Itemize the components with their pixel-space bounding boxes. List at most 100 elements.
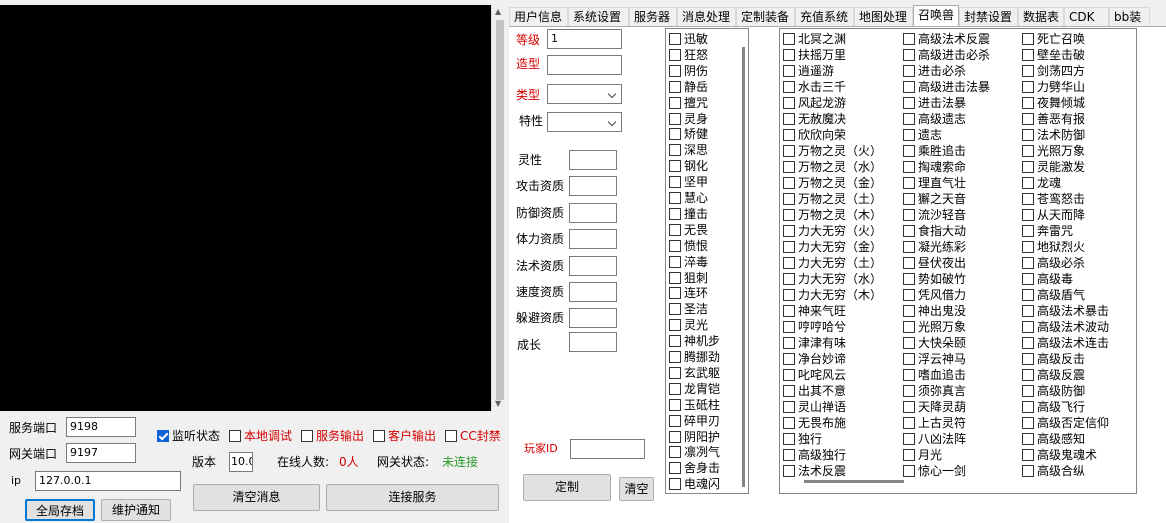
trait-checkbox-item[interactable]: 阴阳护: [669, 429, 720, 445]
skill-checkbox-item[interactable]: 万物之灵（金）: [783, 175, 882, 191]
skill-checkbox-item[interactable]: 力大无穷（土）: [783, 255, 882, 271]
scroll-down-icon[interactable]: ▼: [495, 399, 501, 409]
trait-checkbox-item[interactable]: 狂怒: [669, 47, 708, 63]
tab-7[interactable]: 召唤兽: [913, 5, 959, 27]
trait-checkbox-item[interactable]: 电魂闪: [669, 476, 720, 492]
skill-checkbox-item[interactable]: 理直气壮: [903, 175, 966, 191]
skill-checkbox-item[interactable]: 高级反击: [1022, 351, 1085, 367]
skill-checkbox-item[interactable]: 遗志: [903, 127, 942, 143]
skill-checkbox-item[interactable]: 无畏布施: [783, 415, 846, 431]
skill-checkbox-item[interactable]: 八凶法阵: [903, 431, 966, 447]
tab-2[interactable]: 服务器: [629, 7, 677, 27]
type-select[interactable]: [547, 84, 622, 104]
skill-checkbox-item[interactable]: 灵山禅语: [783, 399, 846, 415]
customize-button[interactable]: 定制: [523, 474, 611, 501]
skill-checkbox-item[interactable]: 月光: [903, 447, 942, 463]
skill-checkbox-item[interactable]: 出其不意: [783, 383, 846, 399]
skill-checkbox-item[interactable]: 进击必杀: [903, 63, 966, 79]
skill-checkbox-item[interactable]: 惊心一剑: [903, 463, 966, 479]
skill-checkbox-item[interactable]: 龙魂: [1022, 175, 1061, 191]
skill-checkbox-item[interactable]: 须弥真言: [903, 383, 966, 399]
skill-checkbox-item[interactable]: 奔雷咒: [1022, 223, 1073, 239]
model-input[interactable]: [547, 55, 622, 75]
maintenance-notice-button[interactable]: 维护通知: [101, 499, 171, 521]
defense-aptitude-input[interactable]: [569, 203, 617, 223]
tab-6[interactable]: 地图处理: [854, 7, 913, 27]
skill-checkbox-item[interactable]: 高级鬼魂术: [1022, 447, 1097, 463]
attack-aptitude-input[interactable]: [569, 176, 617, 196]
scroll-up-icon[interactable]: ▲: [495, 7, 501, 17]
skill-checkbox-item[interactable]: 高级法术连击: [1022, 335, 1109, 351]
skill-checkbox-item[interactable]: 神来气旺: [783, 303, 846, 319]
skill-checkbox-item[interactable]: 凝光练彩: [903, 239, 966, 255]
trait-checkbox-item[interactable]: 舍身击: [669, 460, 720, 476]
scrollbar-thumb[interactable]: [496, 20, 504, 400]
skill-checkbox-item[interactable]: 风起龙游: [783, 95, 846, 111]
skill-checkbox-item[interactable]: 独行: [783, 431, 822, 447]
trait-checkbox-item[interactable]: 淬毒: [669, 254, 708, 270]
trait-checkbox-item[interactable]: 矫健: [669, 126, 708, 142]
trait-checkbox-item[interactable]: 迅敏: [669, 31, 708, 47]
skill-checkbox-item[interactable]: 掏魂索命: [903, 159, 966, 175]
skill-checkbox-item[interactable]: 高级独行: [783, 447, 846, 463]
skill-checkbox-item[interactable]: 凭风借力: [903, 287, 966, 303]
skill-checkbox-item[interactable]: 北冥之渊: [783, 31, 846, 47]
ip-input[interactable]: 127.0.0.1: [35, 471, 181, 491]
listen-status-checkbox[interactable]: 监听状态: [157, 428, 220, 444]
trait-checkbox-item[interactable]: 静岳: [669, 79, 708, 95]
skill-checkbox-item[interactable]: 万物之灵（木）: [783, 207, 882, 223]
skill-checkbox-item[interactable]: 高级感知: [1022, 431, 1085, 447]
cc-ban-checkbox[interactable]: CC封禁: [445, 428, 501, 444]
trait-checkbox-item[interactable]: 灵身: [669, 111, 708, 127]
skill-checkbox-item[interactable]: 高级必杀: [1022, 255, 1085, 271]
trait-checkbox-item[interactable]: 腾挪劲: [669, 349, 720, 365]
trait-checkbox-item[interactable]: 凛冽气: [669, 444, 720, 460]
skill-checkbox-item[interactable]: 力大无穷（金）: [783, 239, 882, 255]
tab-0[interactable]: 用户信息: [509, 7, 568, 27]
tab-11[interactable]: bb装: [1109, 7, 1150, 27]
skill-checkbox-item[interactable]: 法术反震: [783, 463, 846, 479]
skill-checkbox-item[interactable]: 獬之天音: [903, 191, 966, 207]
connect-service-button[interactable]: 连接服务: [326, 484, 499, 511]
trait-scrollbar[interactable]: [738, 29, 748, 493]
skill-checkbox-item[interactable]: 善恶有报: [1022, 111, 1085, 127]
skill-checkbox-item[interactable]: 天降灵葫: [903, 399, 966, 415]
speed-aptitude-input[interactable]: [569, 282, 617, 302]
skill-checkbox-item[interactable]: 逍遥游: [783, 63, 834, 79]
trait-checkbox-item[interactable]: 擅咒: [669, 95, 708, 111]
local-debug-checkbox[interactable]: 本地调试: [229, 428, 292, 444]
level-input[interactable]: 1: [547, 29, 622, 49]
save-all-button[interactable]: 全局存档: [25, 499, 95, 521]
trait-checkbox-item[interactable]: 阴伤: [669, 63, 708, 79]
skill-checkbox-item[interactable]: 净台妙谛: [783, 351, 846, 367]
trait-checkbox-item[interactable]: 玉砥柱: [669, 397, 720, 413]
skill-checkbox-item[interactable]: 叱咤风云: [783, 367, 846, 383]
trait-scrollbar-thumb[interactable]: [742, 47, 745, 487]
spirit-input[interactable]: [569, 150, 617, 170]
skill-checkbox-item[interactable]: 高级盾气: [1022, 287, 1085, 303]
skill-checkbox-item[interactable]: 从天而降: [1022, 207, 1085, 223]
trait-checkbox-item[interactable]: 龙胄铠: [669, 381, 720, 397]
skill-checkbox-item[interactable]: 神出鬼没: [903, 303, 966, 319]
skill-checkbox-item[interactable]: 壁垒击破: [1022, 47, 1085, 63]
skill-checkbox-item[interactable]: 嗜血追击: [903, 367, 966, 383]
tab-9[interactable]: 数据表: [1018, 7, 1064, 27]
skill-checkbox-item[interactable]: 高级合纵: [1022, 463, 1085, 479]
console-scrollbar[interactable]: ▲ ▼: [491, 5, 507, 411]
skill-checkbox-item[interactable]: 食指大动: [903, 223, 966, 239]
service-output-checkbox[interactable]: 服务输出: [301, 428, 364, 444]
dodge-aptitude-input[interactable]: [569, 308, 617, 328]
skill-checkbox-item[interactable]: 万物之灵（火）: [783, 143, 882, 159]
trait-select[interactable]: [547, 112, 622, 132]
skill-checkbox-item[interactable]: 进击法暴: [903, 95, 966, 111]
skill-checkbox-item[interactable]: 无赦魔决: [783, 111, 846, 127]
tab-1[interactable]: 系统设置: [568, 7, 629, 27]
skill-checkbox-item[interactable]: 高级法术反震: [903, 31, 990, 47]
skill-checkbox-item[interactable]: 力大无穷（火）: [783, 223, 882, 239]
skill-checkbox-item[interactable]: 剑荡四方: [1022, 63, 1085, 79]
trait-checkbox-item[interactable]: 狙刺: [669, 270, 708, 286]
gateway-port-input[interactable]: 9197: [66, 443, 136, 463]
skill-checkbox-item[interactable]: 上古灵符: [903, 415, 966, 431]
skill-listbox[interactable]: 北冥之渊 扶摇万里 逍遥游 水击三千 风起龙游 无赦魔决 欣欣向荣 万物之灵（火） 万物之灵（水…: [779, 28, 1137, 494]
skill-checkbox-item[interactable]: 夜舞倾城: [1022, 95, 1085, 111]
